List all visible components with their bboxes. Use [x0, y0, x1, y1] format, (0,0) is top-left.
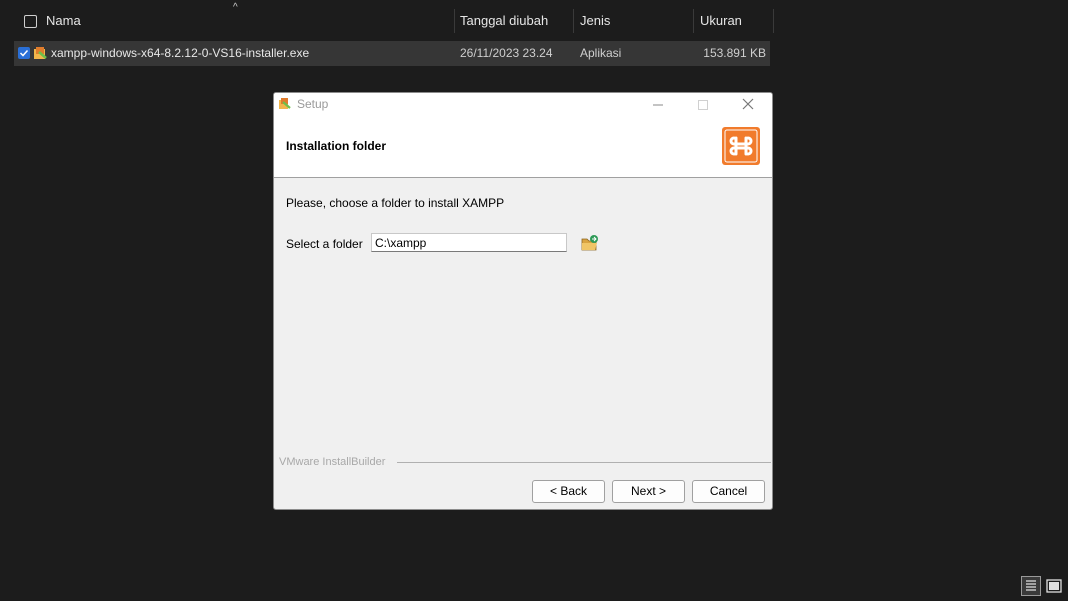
installer-brand: VMware InstallBuilder	[279, 456, 386, 468]
xampp-logo-icon	[722, 127, 760, 165]
maximize-icon	[698, 100, 708, 110]
cancel-button[interactable]: Cancel	[692, 480, 765, 503]
file-type: Aplikasi	[580, 46, 622, 60]
file-row[interactable]: xampp-windows-x64-8.2.12-0-VS16-installe…	[14, 41, 770, 66]
setup-dialog: Setup Installation folder Please, choose…	[273, 92, 773, 510]
install-prompt: Please, choose a folder to install XAMPP	[286, 196, 505, 210]
page-banner: Installation folder	[274, 117, 772, 178]
preview-view-button[interactable]	[1044, 576, 1064, 596]
sort-ascending-icon: ^	[233, 2, 238, 13]
maximize-button[interactable]	[681, 93, 725, 117]
close-icon	[742, 98, 754, 110]
column-type-header[interactable]: Jenis	[580, 0, 610, 40]
column-size-header[interactable]: Ukuran	[700, 0, 742, 40]
close-button[interactable]	[726, 93, 770, 117]
select-all-checkbox[interactable]	[24, 15, 37, 28]
file-list-header: Nama ^ Tanggal diubah Jenis Ukuran	[0, 0, 775, 40]
large-icons-view-icon	[1046, 579, 1062, 593]
dialog-titlebar[interactable]: Setup	[274, 93, 772, 117]
column-date-header[interactable]: Tanggal diubah	[460, 0, 548, 40]
next-button[interactable]: Next >	[612, 480, 685, 503]
minimize-button[interactable]	[636, 93, 680, 117]
details-view-button[interactable]	[1021, 576, 1041, 596]
setup-app-icon	[279, 98, 291, 109]
footer-divider	[397, 462, 771, 463]
column-divider[interactable]	[573, 9, 574, 33]
details-view-icon	[1026, 580, 1036, 591]
row-checkbox[interactable]	[18, 47, 30, 59]
column-name-header[interactable]: Nama	[46, 0, 81, 40]
file-name[interactable]: xampp-windows-x64-8.2.12-0-VS16-installe…	[51, 41, 309, 66]
folder-label: Select a folder	[286, 237, 363, 251]
minimize-icon	[653, 104, 663, 106]
file-size: 153.891 KB	[703, 46, 766, 60]
dialog-title: Setup	[297, 97, 329, 111]
column-divider[interactable]	[693, 9, 694, 33]
installer-file-icon	[34, 47, 47, 59]
column-divider[interactable]	[454, 9, 455, 33]
back-button[interactable]: < Back	[532, 480, 605, 503]
folder-path-input[interactable]: C:\xampp	[371, 233, 567, 252]
column-divider[interactable]	[773, 9, 774, 33]
file-date: 26/11/2023 23.24	[460, 46, 553, 60]
page-heading: Installation folder	[286, 139, 387, 153]
browse-folder-button[interactable]	[581, 234, 599, 252]
